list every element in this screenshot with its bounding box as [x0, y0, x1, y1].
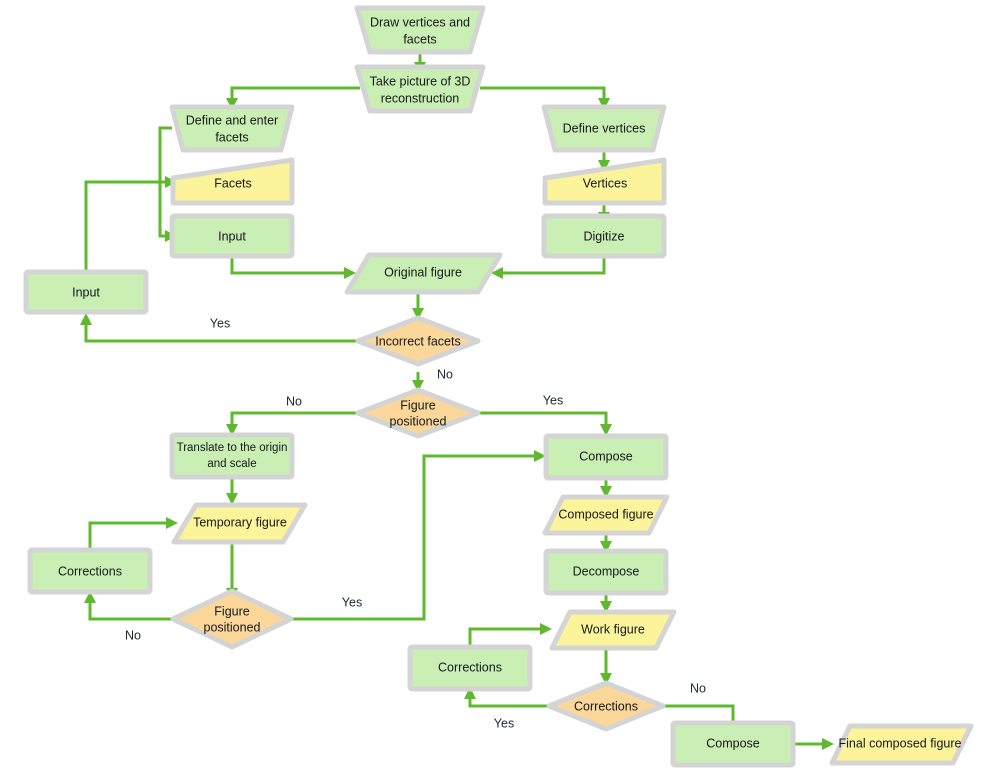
- incorrect-facets-shape: [355, 315, 481, 367]
- label-incorrect-facets-yes: Yes: [210, 316, 230, 330]
- figure-positioned-1-shape: [355, 387, 481, 439]
- flowchart-canvas: Draw vertices and facets Take picture of…: [0, 0, 993, 779]
- label-corrections-yes: Yes: [494, 716, 514, 730]
- label-corrections-no: No: [690, 681, 706, 695]
- corrections-decision-shape: [546, 680, 666, 732]
- edge-correctionsleft-to-tempfigure: [88, 521, 167, 550]
- facets-shape: [170, 157, 295, 206]
- composed-figure-shape: [542, 494, 670, 536]
- edge-incorrect-yes-to-inputleft: [84, 324, 360, 343]
- temporary-figure-shape: [171, 502, 308, 545]
- node-take-picture[interactable]: Take picture of 3D reconstruction: [354, 64, 486, 114]
- label-incorrect-facets-no: No: [437, 367, 453, 381]
- edge-positioned2-yes-to-compose: [289, 454, 535, 621]
- node-compose-top[interactable]: Compose: [543, 433, 669, 481]
- flowchart-svg: Draw vertices and facets Take picture of…: [23, 5, 974, 768]
- edge-positioned2-no-to-corrections: [88, 602, 175, 621]
- edge-positioned1-no-to-translate: [230, 411, 360, 425]
- node-decompose[interactable]: Decompose: [543, 548, 669, 596]
- compose-bottom-shape: [670, 720, 796, 768]
- node-translate-to-origin[interactable]: Translate to the origin and scale: [169, 432, 295, 480]
- edge-correctionsdecision-no-to-composebottom: [661, 704, 735, 722]
- label-figure-positioned-1-no: No: [286, 394, 302, 408]
- node-original-figure[interactable]: Original figure: [344, 252, 503, 295]
- node-corrections-left[interactable]: Corrections: [27, 547, 153, 595]
- input-left-shape: [23, 269, 149, 315]
- label-figure-positioned-2-no: No: [125, 628, 141, 642]
- node-figure-positioned-2[interactable]: Figure positioned: [170, 588, 294, 650]
- figure-positioned-2-shape: [170, 588, 294, 650]
- node-temporary-figure[interactable]: Temporary figure: [171, 502, 308, 545]
- draw-vertices-shape: [354, 5, 486, 55]
- corrections-bottom-shape: [407, 644, 533, 692]
- node-figure-positioned-1[interactable]: Figure positioned: [355, 387, 481, 439]
- edge-digitize-to-originalfigure: [502, 258, 606, 275]
- work-figure-shape: [549, 609, 677, 651]
- arrowhead-incorrect-yes-to-inputleft: [80, 313, 92, 325]
- edge-input-to-originalfigure: [230, 258, 345, 275]
- node-draw-vertices-and-facets[interactable]: Draw vertices and facets: [354, 5, 486, 55]
- node-define-vertices[interactable]: Define vertices: [541, 104, 667, 153]
- input-right-shape: [169, 213, 295, 259]
- define-and-enter-facets-shape: [169, 104, 295, 153]
- label-figure-positioned-1-yes: Yes: [543, 393, 563, 407]
- compose-top-shape: [543, 433, 669, 481]
- node-facets-data[interactable]: Facets: [170, 157, 295, 206]
- edge-take-to-definevertices: [480, 86, 606, 100]
- edge-correctionsdecision-yes-to-correctionsbox: [468, 698, 551, 708]
- node-composed-figure[interactable]: Composed figure: [542, 494, 670, 536]
- take-picture-shape: [354, 64, 486, 114]
- edge-correctionsbox-to-workfigure: [468, 627, 541, 646]
- node-input-left[interactable]: Input: [23, 269, 149, 315]
- node-define-and-enter-facets[interactable]: Define and enter facets: [169, 104, 295, 153]
- arrowhead-composebottom-to-final: [822, 738, 834, 750]
- node-incorrect-facets[interactable]: Incorrect facets: [355, 315, 481, 367]
- arrowhead-correctionsleft-to-tempfigure: [166, 517, 178, 529]
- translate-to-origin-shape: [169, 432, 295, 480]
- edge-inputleft-to-facets: [84, 180, 166, 270]
- define-vertices-shape: [541, 104, 667, 153]
- node-digitize[interactable]: Digitize: [541, 213, 667, 259]
- label-figure-positioned-2-yes: Yes: [342, 595, 362, 609]
- edge-positioned1-yes-to-compose: [476, 411, 608, 425]
- node-corrections-bottom[interactable]: Corrections: [407, 644, 533, 692]
- node-work-figure[interactable]: Work figure: [549, 609, 677, 651]
- node-compose-bottom[interactable]: Compose: [670, 720, 796, 768]
- node-corrections-decision[interactable]: Corrections: [546, 680, 666, 732]
- final-composed-figure-shape: [829, 723, 974, 766]
- node-final-composed-figure[interactable]: Final composed figure: [829, 723, 974, 766]
- corrections-left-shape: [27, 547, 153, 595]
- digitize-shape: [541, 213, 667, 259]
- edge-definefacets-to-facets: [158, 126, 172, 184]
- edge-take-to-definefacets: [230, 86, 360, 100]
- arrowhead-correctionsbox-to-workfigure: [540, 623, 552, 635]
- decompose-shape: [543, 548, 669, 596]
- original-figure-shape: [344, 252, 503, 295]
- node-input-right[interactable]: Input: [169, 213, 295, 259]
